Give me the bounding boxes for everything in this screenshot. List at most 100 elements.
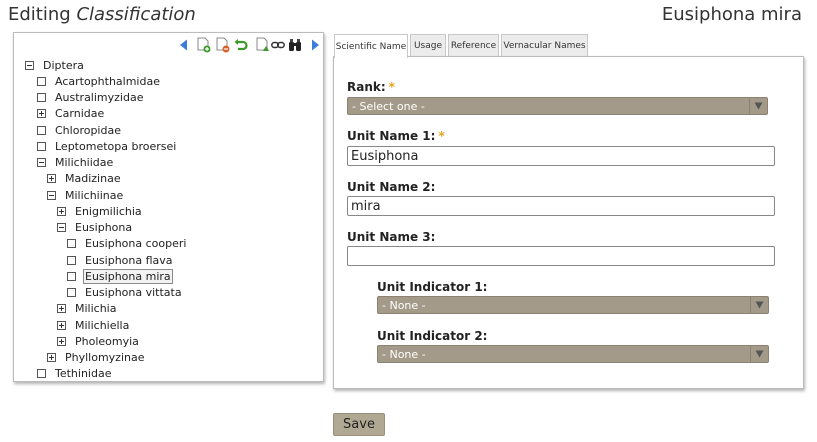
chevron-down-icon bbox=[749, 98, 767, 114]
previous-arrow-icon[interactable] bbox=[176, 37, 192, 53]
tree-node[interactable]: Chloropidae bbox=[37, 122, 123, 138]
tree-node[interactable]: Enigmilichia bbox=[57, 203, 144, 219]
page-title-object: Classification bbox=[76, 4, 196, 25]
tree-node[interactable]: Australimyzidae bbox=[37, 90, 145, 106]
expand-icon[interactable] bbox=[47, 174, 56, 184]
tree-node-label[interactable]: Eusiphona vittata bbox=[83, 285, 184, 300]
tree-node-label[interactable]: Milichiidae bbox=[53, 155, 115, 170]
rank-label: Rank: * bbox=[347, 80, 395, 94]
unit-name-2-label-text: Unit Name 2: bbox=[347, 180, 436, 194]
binoculars-icon[interactable] bbox=[287, 37, 303, 53]
move-node-icon[interactable] bbox=[255, 37, 271, 53]
tree-node-label[interactable]: Eusiphona bbox=[73, 220, 134, 235]
tree-node-label-selected[interactable]: Eusiphona mira bbox=[83, 268, 173, 284]
required-mark: * bbox=[388, 80, 395, 94]
tree-node-label[interactable]: Milichiella bbox=[73, 318, 131, 333]
tree-node-label[interactable]: Carnidae bbox=[53, 106, 106, 121]
unit-indicator-2-select[interactable]: - None - bbox=[377, 345, 769, 363]
tree-node-label[interactable]: Acartophthalmidae bbox=[53, 74, 162, 89]
unit-name-3-label: Unit Name 3: bbox=[347, 230, 435, 244]
tree-node-label[interactable]: Australimyzidae bbox=[53, 90, 145, 105]
expand-icon[interactable] bbox=[37, 109, 46, 119]
tree-node[interactable]: Phyllomyzinae bbox=[47, 350, 147, 366]
unit-name-1-input[interactable] bbox=[347, 146, 775, 166]
tree-node[interactable]: Diptera bbox=[25, 57, 86, 73]
collapse-icon[interactable] bbox=[37, 158, 46, 167]
leaf-node-icon bbox=[67, 271, 76, 281]
unit-name-2-label: Unit Name 2: bbox=[347, 180, 435, 194]
leaf-node-icon bbox=[37, 141, 46, 151]
tree-node[interactable]: Eusiphona flava bbox=[67, 252, 175, 268]
tree-node-label[interactable]: Tethinidae bbox=[53, 366, 113, 381]
add-child-icon[interactable] bbox=[196, 37, 212, 53]
undo-icon[interactable] bbox=[233, 37, 249, 53]
tree-node-label[interactable]: Phyllomyzinae bbox=[63, 350, 147, 365]
page-title-prefix: Editing bbox=[8, 4, 71, 25]
rank-select[interactable]: - Select one - bbox=[347, 97, 768, 115]
tab-usage[interactable]: Usage bbox=[410, 34, 446, 57]
classification-tree-panel: Diptera Acartophthalmidae Australimyzidae C… bbox=[13, 32, 324, 382]
tree-toolbar bbox=[14, 33, 323, 57]
unit-indicator-1-value: - None - bbox=[382, 298, 426, 312]
tab-vernacular-names[interactable]: Vernacular Names bbox=[501, 34, 588, 57]
tree-node[interactable]: Milichiella bbox=[57, 317, 131, 333]
tree-node[interactable]: Madizinae bbox=[47, 171, 123, 187]
rank-label-text: Rank: bbox=[347, 80, 386, 94]
tree-node[interactable]: Eusiphona mira bbox=[67, 268, 173, 284]
tab-scientific-name[interactable]: Scientific Name bbox=[334, 34, 408, 58]
unit-indicator-1-select[interactable]: - None - bbox=[377, 296, 769, 314]
unit-name-3-label-text: Unit Name 3: bbox=[347, 230, 436, 244]
expand-icon[interactable] bbox=[57, 206, 66, 216]
tree-node-label[interactable]: Milichiinae bbox=[63, 188, 125, 203]
tree-node[interactable]: Milichia bbox=[57, 301, 118, 317]
link-icon[interactable] bbox=[270, 37, 286, 53]
tree-node[interactable]: Tethinidae bbox=[37, 366, 113, 382]
expand-icon[interactable] bbox=[47, 353, 56, 362]
tree-node-label[interactable]: Pholeomyia bbox=[73, 334, 141, 349]
tree-node[interactable]: Carnidae bbox=[37, 106, 106, 122]
unit-indicator-2-label: Unit Indicator 2: bbox=[377, 329, 487, 343]
tree-node-label[interactable]: Eusiphona cooperi bbox=[83, 236, 188, 251]
record-title: Eusiphona mira bbox=[661, 4, 802, 25]
unit-name-1-label-text: Unit Name 1: bbox=[347, 129, 436, 143]
tree-node-label[interactable]: Enigmilichia bbox=[73, 204, 144, 219]
leaf-node-icon bbox=[37, 76, 46, 86]
tree-node-label[interactable]: Chloropidae bbox=[53, 123, 123, 138]
tree-node[interactable]: Acartophthalmidae bbox=[37, 73, 162, 89]
tree-node-label[interactable]: Leptometopa broersei bbox=[53, 139, 178, 154]
tree-node[interactable]: Eusiphona cooperi bbox=[67, 236, 188, 252]
collapse-icon[interactable] bbox=[57, 223, 66, 232]
tree-node-label[interactable]: Eusiphona flava bbox=[83, 253, 175, 268]
unit-indicator-1-label: Unit Indicator 1: bbox=[377, 280, 487, 294]
chevron-down-icon bbox=[750, 346, 768, 362]
tree-node-label[interactable]: Madizinae bbox=[63, 171, 123, 186]
expand-icon[interactable] bbox=[57, 304, 66, 314]
required-mark: * bbox=[438, 129, 445, 143]
chevron-down-icon bbox=[750, 297, 768, 313]
tab-reference[interactable]: Reference bbox=[448, 34, 499, 57]
collapse-icon[interactable] bbox=[47, 190, 56, 200]
leaf-node-icon bbox=[67, 288, 76, 297]
tree-node[interactable]: Eusiphona vittata bbox=[67, 285, 184, 301]
collapse-icon[interactable] bbox=[25, 60, 34, 70]
tree-node[interactable]: Pholeomyia bbox=[57, 333, 141, 349]
delete-node-icon[interactable] bbox=[215, 37, 231, 53]
tree-node[interactable]: Eusiphona bbox=[57, 220, 134, 236]
tree-node[interactable]: Leptometopa broersei bbox=[37, 138, 178, 154]
unit-name-3-input[interactable] bbox=[347, 246, 775, 266]
next-arrow-icon[interactable] bbox=[307, 37, 323, 53]
save-button[interactable]: Save bbox=[333, 413, 385, 436]
expand-icon[interactable] bbox=[57, 336, 66, 346]
unit-indicator-1-label-text: Unit Indicator 1: bbox=[377, 280, 488, 294]
unit-name-1-label: Unit Name 1: * bbox=[347, 129, 445, 143]
unit-name-2-input[interactable] bbox=[347, 196, 775, 216]
tree-node-label[interactable]: Diptera bbox=[41, 58, 86, 73]
tree-node[interactable]: Milichiinae bbox=[47, 187, 125, 203]
rank-select-value: - Select one - bbox=[352, 99, 425, 113]
tree-node[interactable]: Milichiidae bbox=[37, 155, 115, 171]
expand-icon[interactable] bbox=[57, 320, 66, 330]
leaf-node-icon bbox=[67, 255, 76, 265]
leaf-node-icon bbox=[67, 239, 76, 249]
tree-node-label[interactable]: Milichia bbox=[73, 301, 118, 316]
page-title: Editing Classification bbox=[8, 4, 196, 25]
